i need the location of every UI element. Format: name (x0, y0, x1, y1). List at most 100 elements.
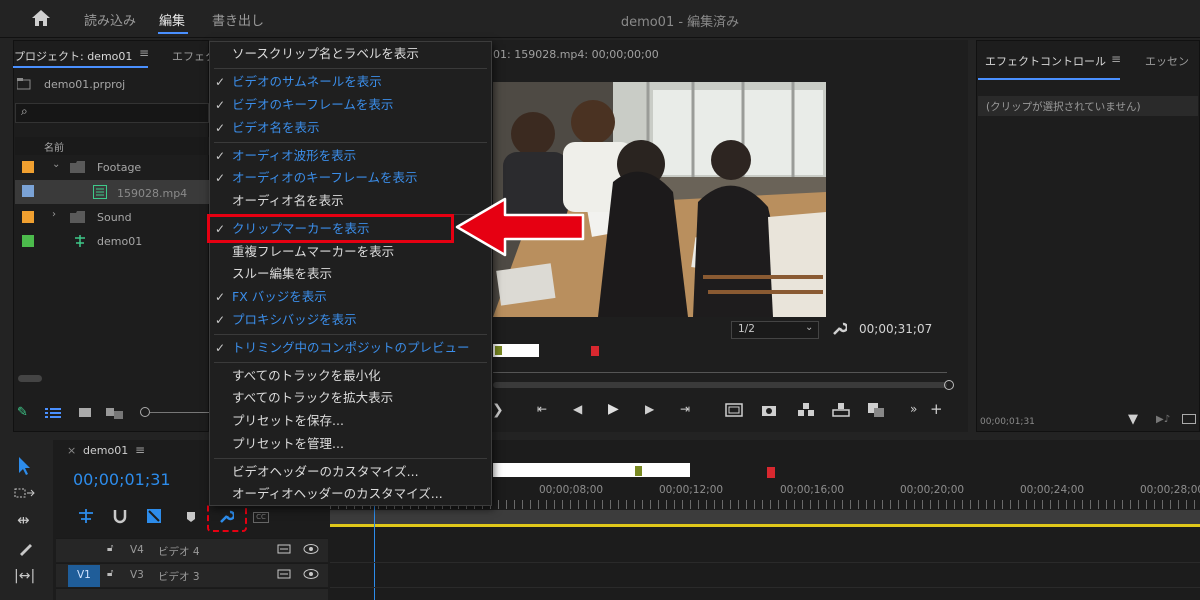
horizontal-scrollbar[interactable] (18, 375, 42, 382)
timeline-clip-marker[interactable] (635, 466, 642, 476)
ruler-tick-label: 00;00;08;00 (539, 484, 604, 496)
menu-item-show-audio-waveform[interactable]: ✓ オーディオ波形を表示 (210, 145, 491, 167)
safe-margins-icon[interactable] (725, 403, 743, 417)
bin-sound-label[interactable]: Sound (97, 211, 132, 224)
wrench-icon[interactable] (831, 321, 847, 337)
tab-project[interactable]: プロジェクト: demo01 (14, 48, 132, 64)
go-to-out-icon[interactable]: ⇥ (680, 402, 690, 416)
menu-item-show-through-edits[interactable]: スルー編集を表示 (210, 263, 491, 285)
slip-tool-icon[interactable]: |↔| (14, 568, 35, 584)
tab-effect-controls[interactable]: エフェクトコントロール (985, 53, 1106, 69)
column-name-label[interactable]: 名前 (44, 139, 64, 154)
menu-item-show-duplicate-frame-markers[interactable]: 重複フレームマーカーを表示 (210, 241, 491, 263)
sequence-menu-icon[interactable]: ≡ (135, 443, 145, 457)
check-icon: ✓ (215, 149, 226, 163)
label-color-swatch[interactable] (22, 185, 34, 197)
step-icon[interactable]: ❯ (492, 402, 504, 418)
timeline-playhead[interactable] (374, 500, 375, 600)
pencil-icon[interactable]: ✎ (17, 405, 28, 420)
freeform-view-icon[interactable] (106, 406, 124, 420)
effect-menu-icon[interactable]: ≡ (1111, 52, 1121, 66)
menu-item-composite-preview-during-trim[interactable]: ✓ トリミング中のコンポジットのプレビュー (210, 337, 491, 359)
check-icon: ✓ (215, 98, 226, 112)
label-color-swatch[interactable] (22, 211, 34, 223)
tab-essential[interactable]: エッセン (1145, 53, 1189, 69)
more-icon[interactable]: » (910, 402, 917, 416)
selection-tool-icon[interactable] (16, 456, 32, 476)
playhead-marker[interactable] (591, 346, 599, 356)
source-zoom-bar[interactable] (493, 382, 947, 388)
play-icon[interactable]: ▶ (608, 401, 619, 417)
menu-item-show-fx-badges[interactable]: ✓ FX バッジを表示 (210, 286, 491, 308)
linked-selection-icon[interactable] (146, 508, 162, 524)
ruler-tick-label: 00;00;20;00 (900, 484, 965, 496)
clip-file-label[interactable]: 159028.mp4 (117, 187, 187, 200)
menu-item-expand-all-tracks[interactable]: すべてのトラックを拡大表示 (210, 387, 491, 409)
lock-icon[interactable]: 🔓︎ (107, 568, 113, 579)
check-icon: ✓ (215, 75, 226, 89)
track-select-tool-icon[interactable] (14, 486, 36, 500)
sync-lock-icon[interactable] (277, 543, 291, 555)
menu-item-show-video-keyframes[interactable]: ✓ ビデオのキーフレームを表示 (210, 94, 491, 116)
chevron-down-icon[interactable]: ⌄ (52, 159, 60, 170)
menu-item-show-video-names[interactable]: ✓ ビデオ名を表示 (210, 117, 491, 139)
insert-icon[interactable] (797, 402, 815, 418)
razor-tool-icon[interactable] (17, 541, 33, 557)
add-button-icon[interactable]: + (930, 400, 943, 418)
eye-icon[interactable] (303, 543, 319, 555)
step-back-icon[interactable]: ◀ (573, 402, 582, 416)
project-menu-icon[interactable]: ≡ (139, 46, 149, 60)
menu-item-save-preset[interactable]: プリセットを保存... (210, 410, 491, 432)
eye-icon[interactable] (303, 568, 319, 580)
clip-marker[interactable] (495, 346, 502, 355)
zoom-slider-track[interactable] (150, 412, 210, 413)
chevron-right-icon[interactable]: › (52, 209, 56, 220)
sync-lock-icon[interactable] (277, 568, 291, 580)
menu-item-show-source-clip-names[interactable]: ソースクリップ名とラベルを表示 (210, 43, 491, 65)
source-timecode[interactable]: 00;00;31;07 (859, 322, 932, 336)
zoom-handle[interactable] (944, 380, 954, 390)
project-search-input[interactable] (15, 103, 209, 123)
timeline-timecode[interactable]: 00;00;01;31 (73, 470, 171, 489)
menu-item-customize-audio-header[interactable]: オーディオヘッダーのカスタマイズ... (210, 483, 491, 505)
ripple-edit-tool-icon[interactable]: ⇹ (17, 511, 30, 529)
menu-item-show-audio-keyframes[interactable]: ✓ オーディオのキーフレームを表示 (210, 167, 491, 189)
window-title: demo01 - 編集済み (620, 15, 740, 30)
export-icon[interactable] (1182, 414, 1196, 424)
lock-icon[interactable]: 🔓︎ (107, 543, 113, 554)
close-icon[interactable]: × (67, 444, 76, 457)
export-frame-icon[interactable] (867, 402, 885, 418)
timeline-work-area[interactable] (493, 463, 690, 477)
label-color-swatch[interactable] (22, 161, 34, 173)
menu-item-show-audio-names[interactable]: オーディオ名を表示 (210, 190, 491, 212)
source-monitor-title[interactable]: 01: 159028.mp4: 00;00;00;00 (493, 48, 659, 61)
effect-footer-timecode[interactable]: 00;00;01;31 (980, 417, 1035, 427)
menu-item-manage-presets[interactable]: プリセットを管理... (210, 433, 491, 455)
step-forward-icon[interactable]: ▶ (645, 402, 654, 416)
zoom-slider-handle[interactable] (140, 407, 150, 417)
menu-item-customize-video-header[interactable]: ビデオヘッダーのカスタマイズ... (210, 461, 491, 483)
overwrite-icon[interactable] (832, 402, 850, 418)
sequence-tab[interactable]: demo01 (83, 444, 128, 457)
snap-icon[interactable] (112, 508, 128, 524)
menu-item-minimize-all-tracks[interactable]: すべてのトラックを最小化 (210, 365, 491, 387)
sequence-label[interactable]: demo01 (97, 235, 142, 248)
bin-footage-label[interactable]: Footage (97, 161, 141, 174)
nest-icon[interactable] (77, 508, 95, 524)
list-view-icon[interactable] (45, 407, 61, 419)
audio-only-icon[interactable]: ▶♪ (1156, 414, 1170, 425)
timeline-zoom-bar[interactable] (330, 510, 1200, 525)
go-to-in-icon[interactable]: ⇤ (537, 402, 547, 416)
captions-icon[interactable]: CC (253, 512, 269, 523)
camera-icon[interactable] (761, 403, 777, 417)
menu-item-show-proxy-badges[interactable]: ✓ プロキシバッジを表示 (210, 309, 491, 331)
menu-item-show-video-thumbnails[interactable]: ✓ ビデオのサムネールを表示 (210, 71, 491, 93)
source-patch-label: V1 (77, 569, 91, 581)
track-header-v2[interactable] (56, 588, 328, 600)
filter-icon[interactable]: ▼ (1128, 412, 1138, 427)
add-marker-icon[interactable] (186, 511, 196, 523)
source-time-ruler[interactable] (493, 372, 947, 373)
label-color-swatch[interactable] (22, 235, 34, 247)
icon-view-icon[interactable] (78, 407, 92, 419)
timeline-playhead-marker[interactable] (767, 467, 775, 478)
